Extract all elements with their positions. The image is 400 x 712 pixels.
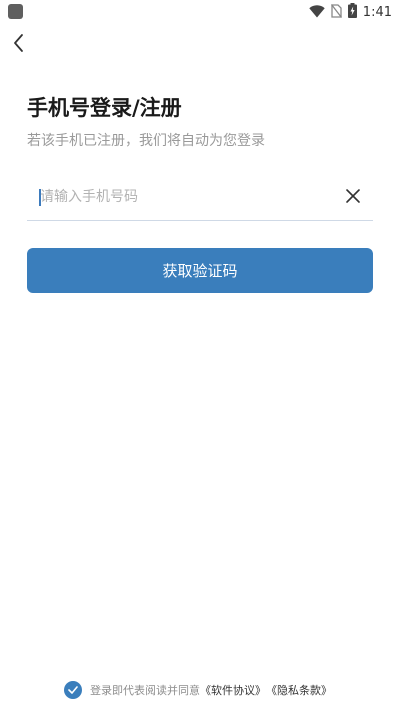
status-time: 1:41 [362,4,392,20]
no-sim-icon [330,3,342,22]
wifi-icon [309,3,325,22]
phone-input[interactable] [27,182,327,212]
app-notification-icon [8,4,23,19]
status-icons: 1:41 [309,2,392,22]
login-screen: 1:41 手机号登录/注册 若该手机已注册，我们将自动为您登录 获取验证码 [0,0,400,712]
get-code-label: 获取验证码 [162,262,238,280]
text-caret [39,189,41,206]
privacy-policy-link[interactable]: 《隐私条款》 [266,682,332,698]
agreement-row: 登录即代表阅读并同意 《软件协议》 《隐私条款》 [64,679,332,701]
agreement-prefix: 登录即代表阅读并同意 [90,684,200,697]
software-agreement-link[interactable]: 《软件协议》 [200,682,266,698]
back-button[interactable] [6,30,32,56]
status-bar: 1:41 [0,0,400,24]
page-title: 手机号登录/注册 [27,96,182,120]
phone-input-row [27,176,373,221]
close-icon [346,189,360,203]
clear-input-button[interactable] [343,186,363,206]
agreement-checkbox[interactable] [64,681,82,699]
chevron-left-icon [14,34,23,52]
battery-charging-icon [347,2,357,22]
get-code-button[interactable]: 获取验证码 [27,248,373,293]
page-subtitle: 若该手机已注册，我们将自动为您登录 [27,133,265,149]
check-icon [68,686,78,694]
